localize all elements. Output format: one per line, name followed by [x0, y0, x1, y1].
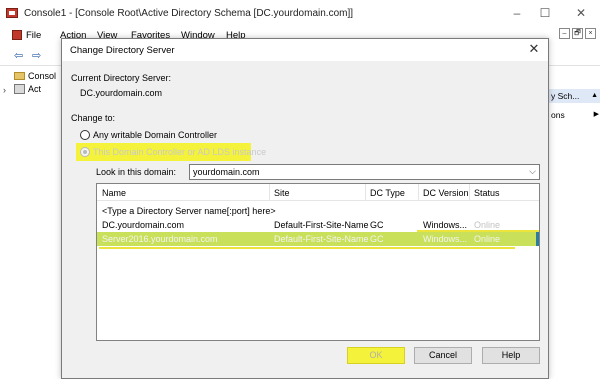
look-in-domain-label: Look in this domain:: [96, 167, 177, 177]
chevron-down-icon[interactable]: ⌵: [529, 166, 536, 177]
dialog-title: Change Directory Server: [70, 45, 175, 56]
server-list: Name Site DC Type DC Version Status <Typ…: [96, 183, 540, 341]
actions-header-label: y Sch...: [551, 91, 580, 101]
column-header-status[interactable]: Status: [474, 188, 500, 198]
menu-file[interactable]: File: [26, 30, 41, 41]
cell-site: Default-First-Site-Name: [274, 234, 369, 244]
cell-site: Default-First-Site-Name: [274, 220, 369, 230]
collapse-up-icon[interactable]: ▲: [591, 89, 598, 103]
minimize-button[interactable]: –: [506, 5, 528, 21]
back-arrow-icon[interactable]: ⇦: [14, 49, 23, 62]
cell-name: <Type a Directory Server name[:port] her…: [102, 206, 276, 216]
cell-dc-version: Windows...: [423, 220, 468, 230]
actions-header[interactable]: y Sch... ▲: [549, 89, 600, 103]
current-server-value: DC.yourdomain.com: [80, 88, 163, 98]
domain-dropdown-value: yourdomain.com: [193, 167, 260, 177]
option-this-dc-label[interactable]: This Domain Controller or AD LDS instanc…: [93, 147, 266, 157]
column-divider[interactable]: [469, 184, 470, 201]
highlight-underline: [99, 247, 515, 249]
help-button[interactable]: Help: [482, 347, 540, 364]
column-header-dc-type[interactable]: DC Type: [370, 188, 405, 198]
radio-this-dc-or-adlds[interactable]: [80, 147, 90, 157]
dialog-close-button[interactable]: ✕: [526, 41, 542, 57]
tree-item-label: Act: [28, 84, 42, 94]
console-tree: Consol › Act: [0, 66, 63, 379]
child-minimize-button[interactable]: –: [559, 28, 570, 39]
folder-icon: [14, 72, 25, 80]
submenu-arrow-icon: ▶: [593, 111, 599, 118]
mmc-app-icon: [6, 8, 18, 18]
cell-status: Online: [474, 234, 501, 244]
change-directory-server-dialog: Change Directory Server ✕ Current Direct…: [61, 38, 549, 379]
radio-dot: [83, 150, 87, 154]
child-window-controls: – 🗗 ×: [559, 28, 596, 42]
child-restore-button[interactable]: 🗗: [572, 28, 583, 39]
table-row-selected[interactable]: Server2016.yourdomain.com Default-First-…: [97, 232, 539, 246]
domain-dropdown[interactable]: yourdomain.com ⌵: [189, 164, 540, 180]
maximize-button[interactable]: ☐: [534, 5, 556, 21]
radio-any-writable-dc[interactable]: [80, 130, 90, 140]
cell-name: Server2016.yourdomain.com: [102, 234, 218, 244]
server-list-header: Name Site DC Type DC Version Status: [97, 184, 539, 201]
window-title: Console1 - [Console Root\Active Director…: [24, 8, 354, 19]
actions-panel: y Sch... ▲ ons ▶: [548, 66, 600, 379]
column-header-name[interactable]: Name: [102, 188, 126, 198]
dialog-titlebar: Change Directory Server ✕: [62, 39, 548, 61]
table-row[interactable]: <Type a Directory Server name[:port] her…: [97, 204, 539, 218]
column-divider[interactable]: [269, 184, 270, 201]
window-titlebar: Console1 - [Console Root\Active Director…: [0, 0, 600, 28]
cell-dc-type: GC: [370, 234, 384, 244]
tree-item-label: Consol: [28, 71, 57, 81]
cancel-button[interactable]: Cancel: [414, 347, 472, 364]
chevron-right-icon[interactable]: ›: [3, 85, 6, 95]
row-focus-marker: [536, 232, 539, 246]
cell-dc-type: GC: [370, 220, 384, 230]
current-server-label: Current Directory Server:: [71, 73, 172, 83]
console-file-icon: [12, 30, 22, 40]
forward-arrow-icon[interactable]: ⇨: [32, 49, 41, 62]
column-header-dc-version[interactable]: DC Version: [423, 188, 469, 198]
ok-button[interactable]: OK: [347, 347, 405, 364]
actions-item-more[interactable]: ons ▶: [551, 110, 599, 120]
schema-icon: [14, 84, 25, 94]
column-header-site[interactable]: Site: [274, 188, 290, 198]
cell-dc-version: Windows...: [423, 234, 468, 244]
column-divider[interactable]: [365, 184, 366, 201]
tree-item-console-root[interactable]: Consol: [14, 71, 56, 81]
actions-item-label: ons: [551, 110, 565, 120]
column-divider[interactable]: [418, 184, 419, 201]
tree-item-ad-schema[interactable]: Act: [14, 84, 41, 94]
window-close-button[interactable]: ✕: [570, 5, 592, 21]
child-close-button[interactable]: ×: [585, 28, 596, 39]
change-to-label: Change to:: [71, 113, 116, 123]
cell-name: DC.yourdomain.com: [102, 220, 185, 230]
cell-status: Online: [474, 220, 501, 230]
option-any-writable-dc-label[interactable]: Any writable Domain Controller: [93, 130, 217, 140]
